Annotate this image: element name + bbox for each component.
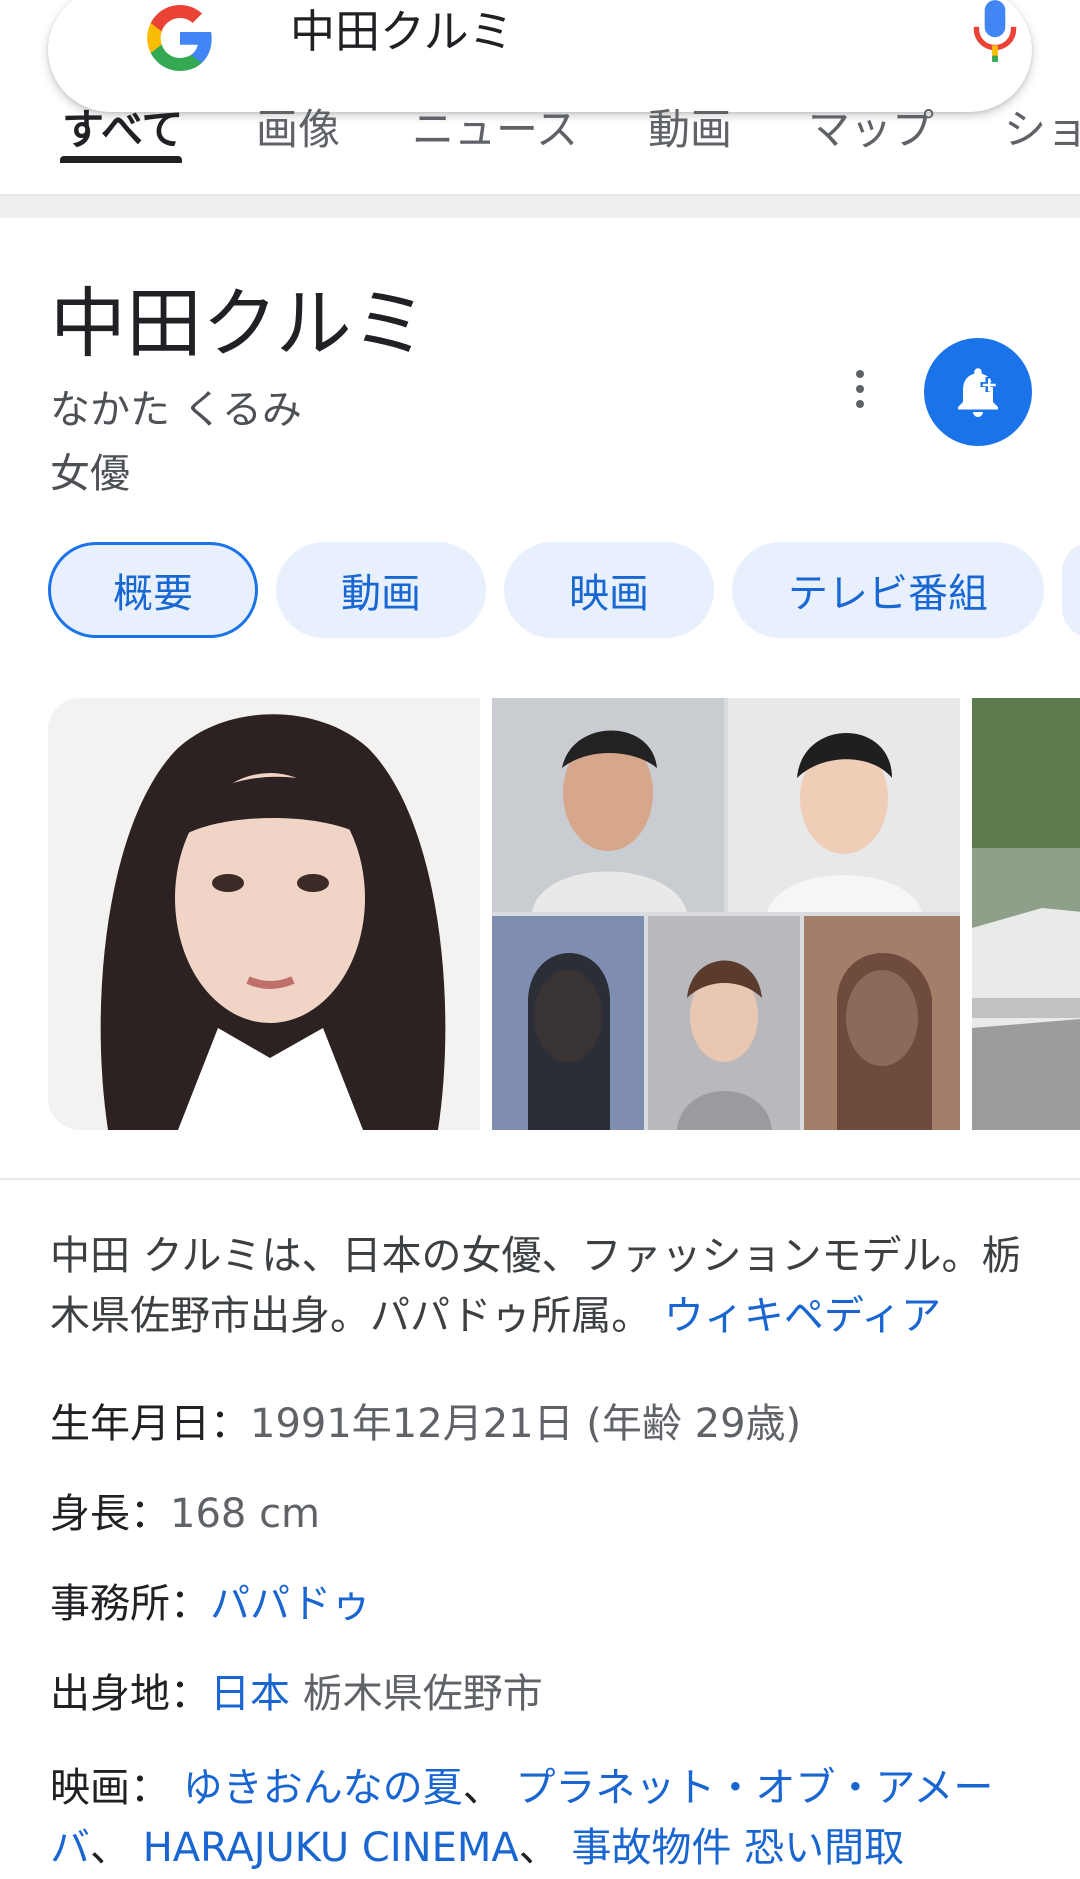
tab-shopping[interactable]: ショ <box>1004 96 1080 157</box>
active-tab-indicator <box>60 156 182 163</box>
fact-films: 映画： ゆきおんなの夏、 プラネット・オブ・アメーバ、 HARAJUKU CIN… <box>50 1758 1040 1878</box>
chip-videos[interactable]: 動画 <box>276 542 486 638</box>
film-link[interactable]: 事故物件 恐い間取 <box>571 1825 904 1871</box>
tab-images[interactable]: 画像 <box>256 96 340 157</box>
search-input[interactable]: 中田クルミ <box>290 2 514 62</box>
cast-collage-illustration <box>492 698 960 1130</box>
follow-notification-button[interactable] <box>924 338 1032 446</box>
fact-value: 168 cm <box>170 1491 321 1537</box>
portrait-illustration <box>48 698 480 1130</box>
wikipedia-link[interactable]: ウィキペディア <box>664 1293 941 1339</box>
movie-still-image[interactable] <box>972 698 1080 1130</box>
movie-still-illustration <box>972 698 1080 1130</box>
fact-height: 身長：168 cm <box>50 1486 320 1542</box>
microphone-icon[interactable] <box>970 0 1020 64</box>
cast-collage-image[interactable] <box>492 698 960 1130</box>
chip-overview[interactable]: 概要 <box>48 542 258 638</box>
fact-label: 事務所： <box>50 1581 210 1627</box>
entity-title: 中田クルミ <box>50 279 428 368</box>
google-logo-icon <box>147 5 212 71</box>
fact-label: 身長： <box>50 1491 170 1537</box>
image-carousel <box>48 698 1080 1130</box>
section-divider <box>0 194 1080 218</box>
entity-type: 女優 <box>50 451 130 497</box>
fact-birthplace: 出身地：日本 栃木県佐野市 <box>50 1666 543 1722</box>
tab-all[interactable]: すべて <box>62 96 183 157</box>
portrait-image[interactable] <box>48 698 480 1130</box>
bell-plus-icon <box>958 368 998 417</box>
separator: 、 <box>90 1825 130 1871</box>
fact-value: 1991年12月21日 (年齢 29歳) <box>250 1401 802 1447</box>
entity-description: 中田 クルミは、日本の女優、ファッションモデル。栃木県佐野市出身。パパドゥ所属。… <box>50 1226 1040 1346</box>
tab-news[interactable]: ニュース <box>412 96 578 157</box>
tab-maps[interactable]: マップ <box>808 96 934 157</box>
search-tabs: すべて 画像 ニュース 動画 マップ ショ <box>0 90 1080 194</box>
film-link[interactable]: ゆきおんなの夏 <box>183 1765 463 1811</box>
chip-movies[interactable]: 映画 <box>504 542 714 638</box>
fact-agency: 事務所：パパドゥ <box>50 1576 371 1632</box>
separator: 、 <box>462 1765 503 1811</box>
entity-reading: なかた くるみ <box>50 387 302 433</box>
tab-videos[interactable]: 動画 <box>648 96 732 157</box>
chip-more[interactable] <box>1062 542 1080 638</box>
fact-birthdate: 生年月日：1991年12月21日 (年齢 29歳) <box>50 1396 801 1452</box>
film-link[interactable]: HARAJUKU CINEMA <box>143 1825 519 1871</box>
section-divider <box>0 1178 1080 1180</box>
agency-link[interactable]: パパドゥ <box>210 1581 371 1627</box>
chip-tv-shows[interactable]: テレビ番組 <box>732 542 1044 638</box>
fact-value: 栃木県佐野市 <box>302 1671 543 1717</box>
separator: 、 <box>518 1825 559 1871</box>
fact-label: 出身地： <box>50 1671 210 1717</box>
fact-label: 映画： <box>50 1765 170 1811</box>
fact-label: 生年月日： <box>50 1401 250 1447</box>
country-link[interactable]: 日本 <box>210 1671 290 1717</box>
more-options-icon[interactable] <box>840 370 880 416</box>
